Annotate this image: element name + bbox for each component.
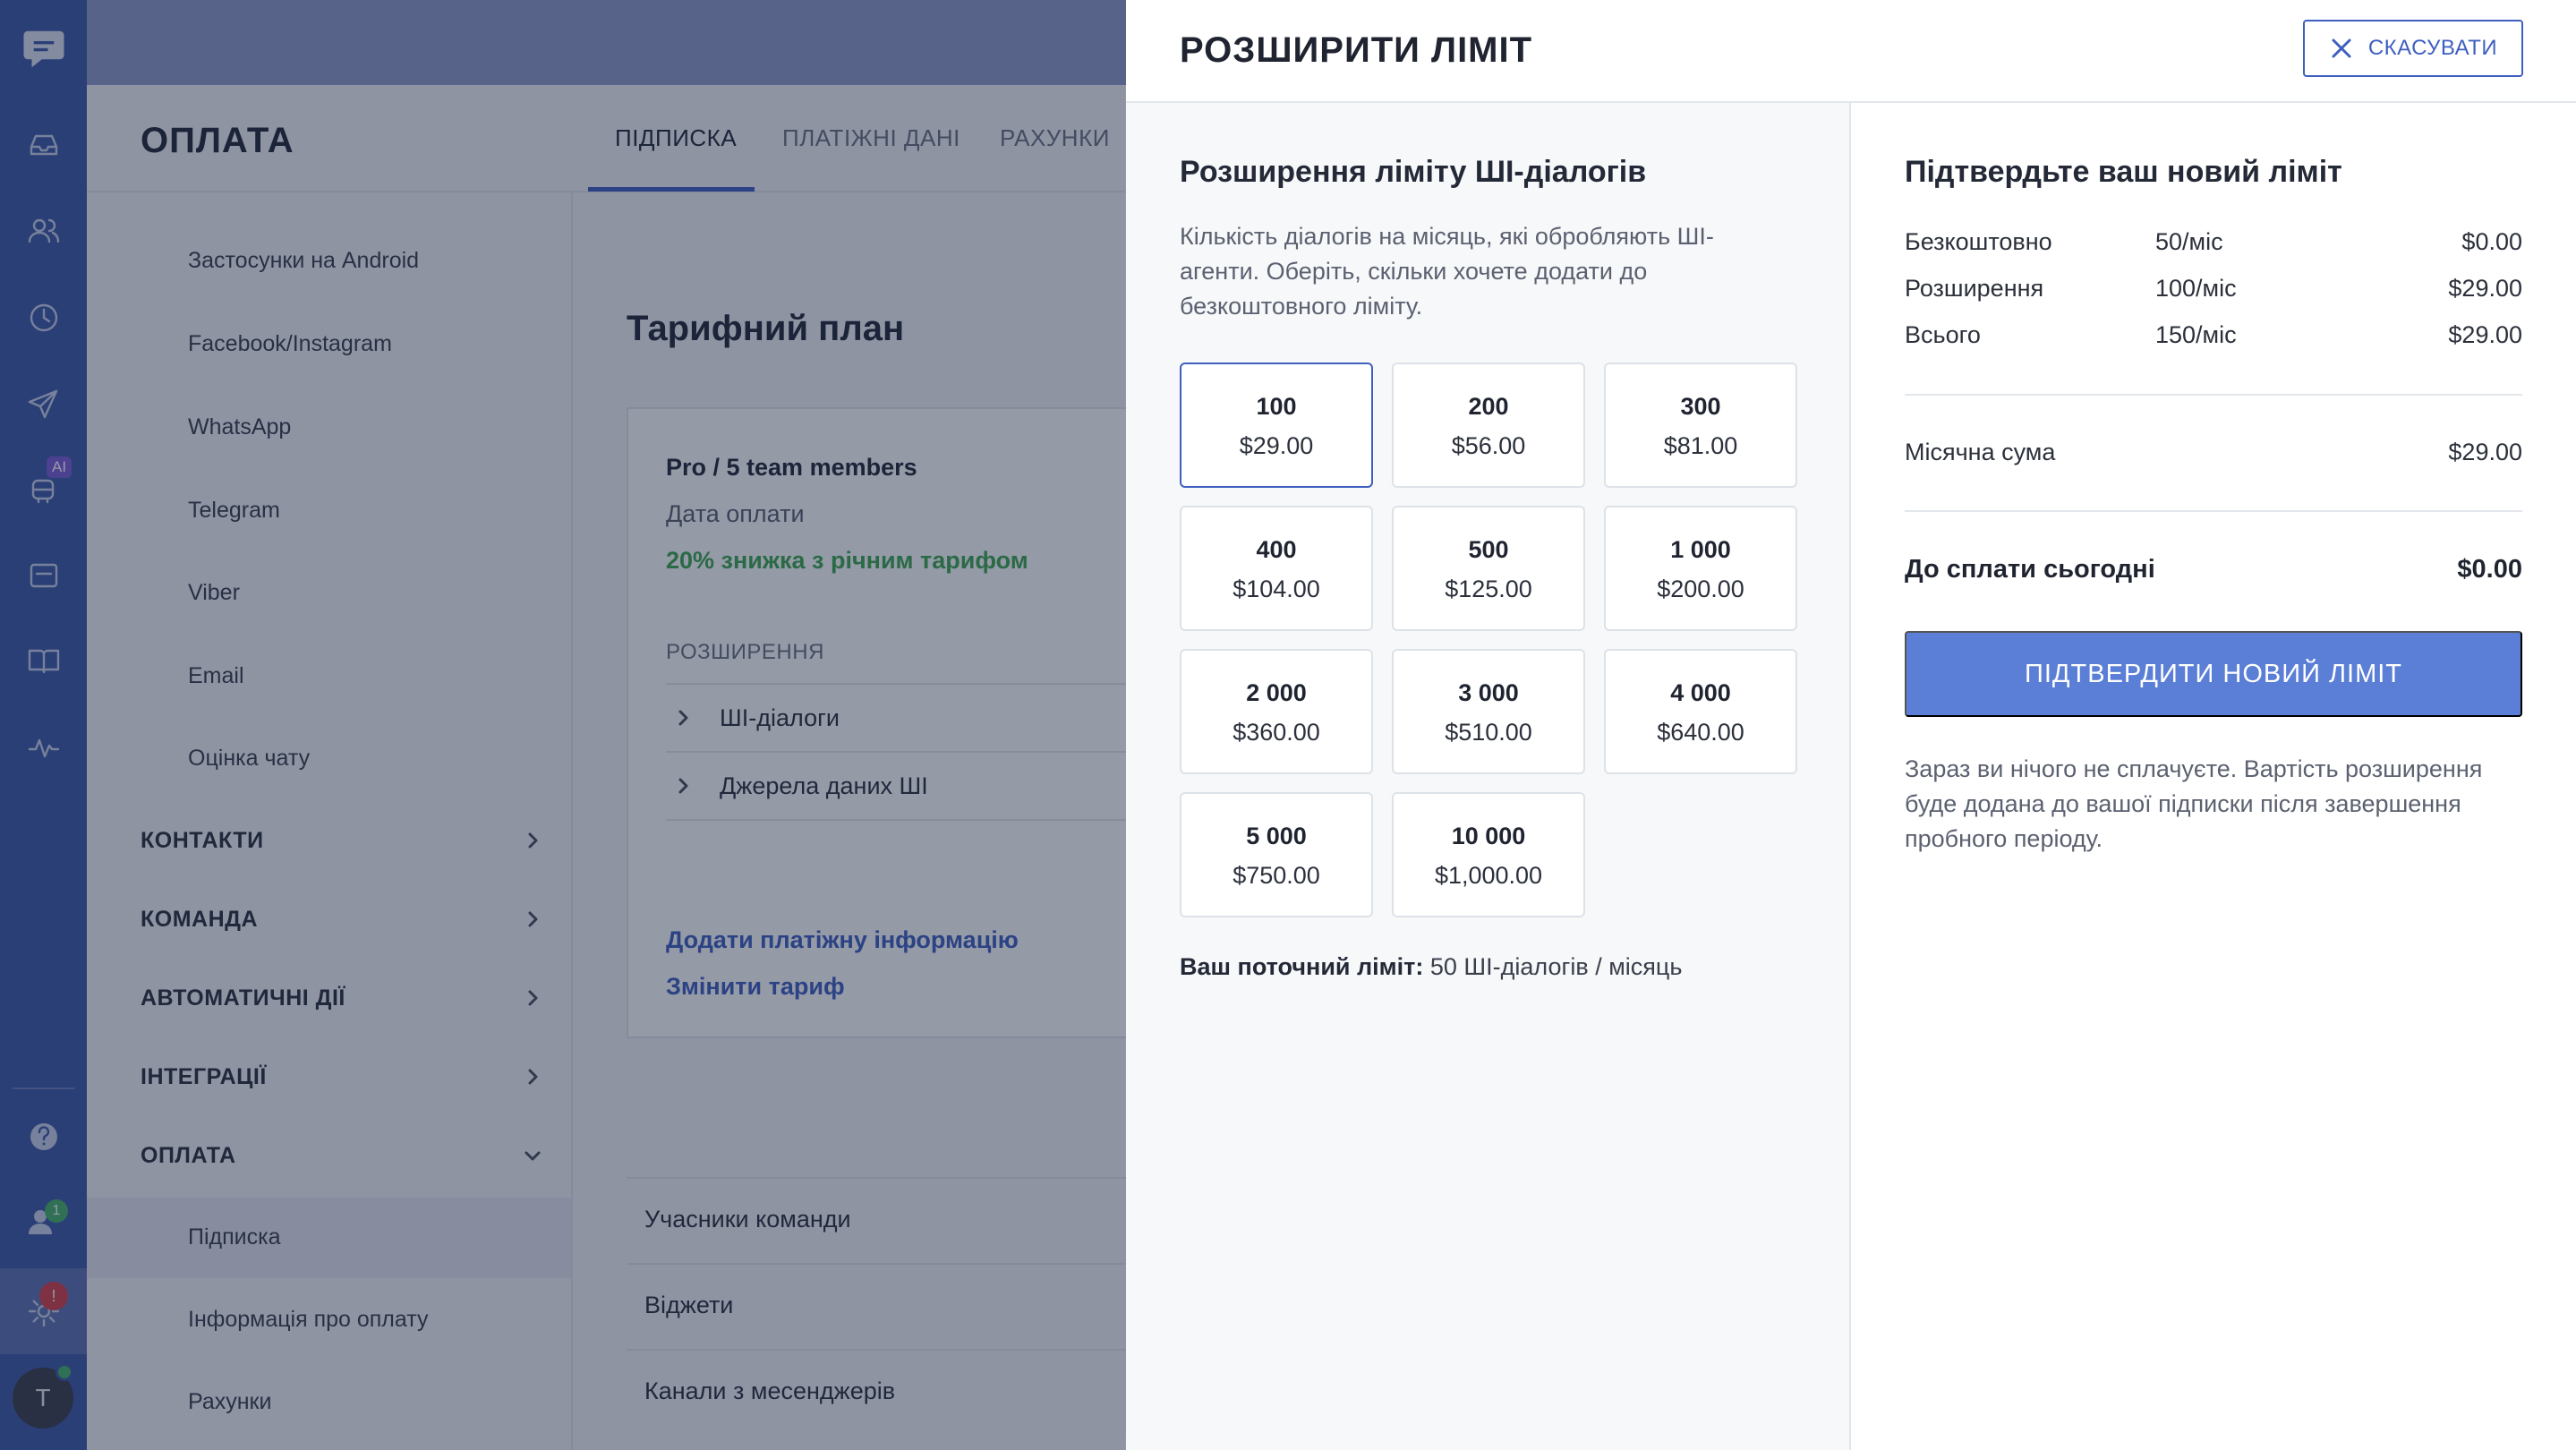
summary-price: $29.00 — [2448, 275, 2522, 302]
cancel-label: СКАСУВАТИ — [2367, 36, 2498, 60]
limit-option-100[interactable]: 100 $29.00 — [1180, 362, 1373, 488]
summary-label: Безкоштовно — [1905, 228, 2052, 255]
option-price: $56.00 — [1451, 432, 1526, 459]
summary-row-extension: Розширення 100/міс $29.00 — [1905, 275, 2522, 311]
limit-option-3000[interactable]: 3 000 $510.00 — [1392, 649, 1585, 774]
option-price: $200.00 — [1657, 576, 1744, 602]
monthly-sum-value: $29.00 — [2448, 439, 2522, 465]
current-limit-label: Ваш поточний ліміт: — [1180, 953, 1424, 980]
option-qty: 5 000 — [1246, 823, 1307, 849]
due-today-label: До сплати сьогодні — [1905, 555, 2155, 584]
limit-option-1000[interactable]: 1 000 $200.00 — [1604, 506, 1797, 631]
option-price: $125.00 — [1445, 576, 1532, 602]
options-description: Кількість діалогів на місяць, які обробл… — [1180, 223, 1714, 320]
summary-label: Розширення — [1905, 275, 2044, 302]
option-qty: 100 — [1256, 393, 1297, 420]
options-title: Розширення ліміту ШІ-діалогів — [1180, 155, 1647, 189]
due-today-row: До сплати сьогодні $0.00 — [1905, 555, 2522, 584]
modal-title: РОЗШИРИТИ ЛІМІТ — [1180, 30, 1533, 70]
limit-option-500[interactable]: 500 $125.00 — [1392, 506, 1585, 631]
summary-price: $0.00 — [2461, 228, 2522, 255]
option-price: $29.00 — [1239, 432, 1314, 459]
confirm-title: Підтвердьте ваш новий ліміт — [1905, 155, 2342, 189]
option-qty: 2 000 — [1246, 679, 1307, 706]
option-qty: 500 — [1468, 536, 1509, 563]
option-qty: 3 000 — [1458, 679, 1519, 706]
option-qty: 200 — [1468, 393, 1509, 420]
option-qty: 1 000 — [1670, 536, 1731, 563]
summary-qty: 50/міс — [2155, 228, 2223, 255]
option-price: $81.00 — [1663, 432, 1738, 459]
limit-option-4000[interactable]: 4 000 $640.00 — [1604, 649, 1797, 774]
option-qty: 300 — [1680, 393, 1721, 420]
confirm-pane: Підтвердьте ваш новий ліміт Безкоштовно … — [1851, 103, 2576, 1450]
summary-qty: 100/міс — [2155, 275, 2237, 302]
option-price: $750.00 — [1233, 862, 1320, 889]
summary-qty: 150/міс — [2155, 321, 2237, 348]
summary-row-total: Всього 150/міс $29.00 — [1905, 321, 2522, 357]
monthly-sum-label: Місячна сума — [1905, 439, 2056, 465]
summary-divider — [1905, 510, 2522, 512]
limit-option-5000[interactable]: 5 000 $750.00 — [1180, 792, 1373, 917]
limit-option-400[interactable]: 400 $104.00 — [1180, 506, 1373, 631]
current-limit: Ваш поточний ліміт: 50 ШІ-діалогів / міс… — [1180, 953, 1682, 981]
summary-divider — [1905, 394, 2522, 396]
limit-options-pane: Розширення ліміту ШІ-діалогів Кількість … — [1126, 103, 1851, 1450]
option-price: $640.00 — [1657, 719, 1744, 746]
current-limit-value: 50 ШІ-діалогів / місяць — [1429, 953, 1683, 980]
option-qty: 400 — [1256, 536, 1297, 563]
limit-option-2000[interactable]: 2 000 $360.00 — [1180, 649, 1373, 774]
option-price: $510.00 — [1445, 719, 1532, 746]
option-price: $1,000.00 — [1434, 862, 1543, 889]
close-icon — [2332, 38, 2351, 58]
cancel-button[interactable]: СКАСУВАТИ — [2303, 20, 2523, 77]
option-qty: 4 000 — [1670, 679, 1731, 706]
summary-label: Всього — [1905, 321, 1981, 348]
limit-option-10000[interactable]: 10 000 $1,000.00 — [1392, 792, 1585, 917]
confirm-label: ПІДТВЕРДИТИ НОВИЙ ЛІМІТ — [2024, 659, 2403, 688]
monthly-sum-row: Місячна сума $29.00 — [1905, 439, 2522, 466]
option-price: $104.00 — [1233, 576, 1320, 602]
option-qty: 10 000 — [1451, 823, 1526, 849]
modal-header: РОЗШИРИТИ ЛІМІТ СКАСУВАТИ — [1126, 0, 2576, 103]
limit-option-200[interactable]: 200 $56.00 — [1392, 362, 1585, 488]
summary-row-free: Безкоштовно 50/міс $0.00 — [1905, 228, 2522, 264]
summary-price: $29.00 — [2448, 321, 2522, 348]
limit-option-300[interactable]: 300 $81.00 — [1604, 362, 1797, 488]
extend-limit-modal: РОЗШИРИТИ ЛІМІТ СКАСУВАТИ Розширення лім… — [1126, 0, 2576, 1450]
trial-note: Зараз ви нічого не сплачуєте. Вартість р… — [1905, 755, 2483, 852]
option-price: $360.00 — [1233, 719, 1320, 746]
modal-backdrop[interactable] — [0, 0, 1126, 1450]
confirm-new-limit-button[interactable]: ПІДТВЕРДИТИ НОВИЙ ЛІМІТ — [1905, 631, 2522, 717]
due-today-value: $0.00 — [2457, 555, 2522, 584]
